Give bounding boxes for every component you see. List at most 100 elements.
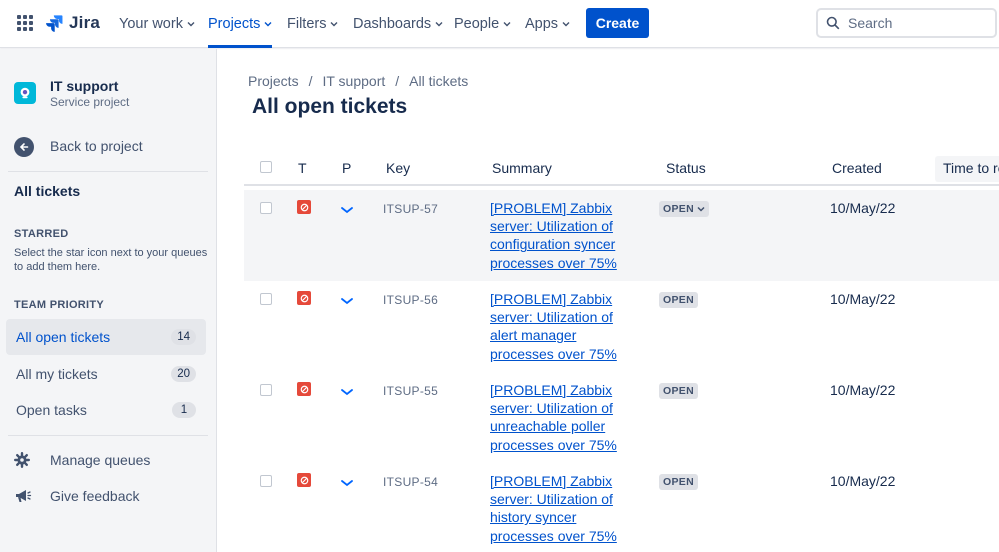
ticket-key[interactable]: ITSUP-56	[383, 293, 438, 307]
gear-icon	[14, 452, 30, 468]
select-all-checkbox[interactable]	[260, 161, 272, 173]
queue-count-badge: 20	[171, 366, 196, 382]
nav-your-work[interactable]: Your work	[119, 0, 195, 48]
priority-low-icon	[341, 298, 353, 305]
page-title: All open tickets	[252, 95, 408, 118]
project-avatar-glyph	[20, 87, 30, 99]
column-header-created[interactable]: Created	[832, 160, 882, 176]
problem-type-icon	[297, 291, 311, 305]
breadcrumb-all-tickets[interactable]: All tickets	[409, 73, 468, 89]
status-label: OPEN	[663, 385, 694, 397]
app-switcher-icon[interactable]	[17, 15, 33, 31]
queue-count-badge: 14	[171, 329, 196, 345]
nav-people[interactable]: People	[454, 0, 511, 48]
status-label: OPEN	[663, 294, 694, 306]
jira-logo-icon	[46, 15, 63, 32]
nav-apps[interactable]: Apps	[525, 0, 570, 48]
give-feedback-link[interactable]: Give feedback	[14, 488, 140, 504]
row-checkbox[interactable]	[260, 202, 272, 214]
breadcrumb-separator: /	[395, 73, 400, 89]
logo-text: Jira	[69, 13, 101, 32]
starred-heading: STARRED	[14, 228, 69, 240]
back-to-project-link[interactable]: Back to project	[14, 137, 143, 157]
all-tickets-heading: All tickets	[14, 183, 81, 199]
sidebar: IT support Service project Back to proje…	[0, 49, 217, 552]
search-icon	[826, 16, 840, 30]
column-header-key[interactable]: Key	[386, 160, 410, 176]
nav-label: Dashboards	[353, 16, 432, 32]
ticket-summary-link[interactable]: [PROBLEM] Zabbix server: Utilization of …	[490, 472, 640, 545]
queue-label: Open tasks	[16, 402, 87, 418]
project-name[interactable]: IT support	[50, 78, 118, 94]
column-header-priority[interactable]: P	[342, 160, 351, 176]
project-type: Service project	[50, 95, 130, 109]
nav-label: Your work	[119, 16, 183, 32]
status-lozenge[interactable]: OPEN	[659, 292, 698, 308]
queue-open-tasks[interactable]: Open tasks 1	[6, 392, 206, 428]
breadcrumb-projects[interactable]: Projects	[248, 73, 299, 89]
status-lozenge-dropdown[interactable]: OPEN	[659, 201, 709, 217]
back-to-project-label: Back to project	[50, 138, 143, 154]
chevron-down-icon	[187, 22, 195, 27]
nav-projects[interactable]: Projects	[208, 0, 273, 48]
project-avatar-icon[interactable]	[14, 82, 36, 104]
nav-label: Apps	[525, 16, 559, 32]
nav-label: Filters	[287, 16, 327, 32]
queue-label: All my tickets	[16, 366, 98, 382]
arrow-left-icon	[14, 137, 34, 157]
nav-filters[interactable]: Filters	[287, 0, 338, 48]
create-button[interactable]: Create	[586, 8, 649, 38]
status-label: OPEN	[663, 203, 694, 215]
nav-dashboards[interactable]: Dashboards	[353, 0, 443, 48]
ticket-key[interactable]: ITSUP-55	[383, 384, 438, 398]
column-header-type[interactable]: T	[298, 160, 307, 176]
created-date: 10/May/22	[830, 200, 896, 216]
queue-all-my-tickets[interactable]: All my tickets 20	[6, 356, 206, 392]
status-lozenge[interactable]: OPEN	[659, 383, 698, 399]
search-input[interactable]	[848, 15, 988, 31]
row-checkbox[interactable]	[260, 293, 272, 305]
chevron-down-icon	[435, 22, 443, 27]
megaphone-icon	[16, 490, 32, 502]
give-feedback-label: Give feedback	[50, 488, 140, 504]
table-header-divider	[244, 184, 999, 186]
top-navigation: Jira Your work Projects Filters Dashboar…	[0, 0, 999, 48]
created-date: 10/May/22	[830, 473, 896, 489]
column-header-time-to-resolution[interactable]: Time to re	[935, 156, 999, 182]
nav-label: People	[454, 16, 500, 32]
created-date: 10/May/22	[830, 382, 896, 398]
problem-type-icon	[297, 382, 311, 396]
chevron-down-icon	[697, 206, 705, 212]
column-header-summary[interactable]: Summary	[492, 160, 552, 176]
ticket-summary-link[interactable]: [PROBLEM] Zabbix server: Utilization of …	[490, 290, 640, 363]
row-checkbox[interactable]	[260, 384, 272, 396]
nav-label: Projects	[208, 16, 261, 32]
priority-low-icon	[341, 389, 353, 396]
queue-label: All open tickets	[16, 329, 111, 345]
chevron-down-icon	[264, 22, 272, 27]
status-lozenge[interactable]: OPEN	[659, 474, 698, 490]
breadcrumb: Projects / IT support / All tickets	[248, 73, 468, 89]
jira-logo[interactable]: Jira	[45, 12, 100, 34]
queue-count-badge: 1	[172, 402, 196, 418]
column-header-status[interactable]: Status	[666, 160, 706, 176]
row-checkbox[interactable]	[260, 475, 272, 487]
chevron-down-icon	[330, 22, 338, 27]
ticket-summary-link[interactable]: [PROBLEM] Zabbix server: Utilization of …	[490, 381, 640, 454]
search-box[interactable]	[816, 8, 997, 38]
chevron-down-icon	[503, 22, 511, 27]
chevron-down-icon	[562, 22, 570, 27]
breadcrumb-separator: /	[308, 73, 313, 89]
ticket-key[interactable]: ITSUP-57	[383, 202, 438, 216]
sidebar-divider	[8, 435, 208, 436]
ticket-key[interactable]: ITSUP-54	[383, 475, 438, 489]
priority-low-icon	[341, 207, 353, 214]
problem-type-icon	[297, 473, 311, 487]
team-priority-heading: TEAM PRIORITY	[14, 299, 105, 311]
starred-hint: Select the star icon next to your queues…	[14, 247, 208, 273]
ticket-summary-link[interactable]: [PROBLEM] Zabbix server: Utilization of …	[490, 199, 640, 272]
status-label: OPEN	[663, 476, 694, 488]
manage-queues-link[interactable]: Manage queues	[14, 452, 150, 468]
breadcrumb-it-support[interactable]: IT support	[322, 73, 385, 89]
queue-all-open-tickets[interactable]: All open tickets 14	[6, 319, 206, 355]
